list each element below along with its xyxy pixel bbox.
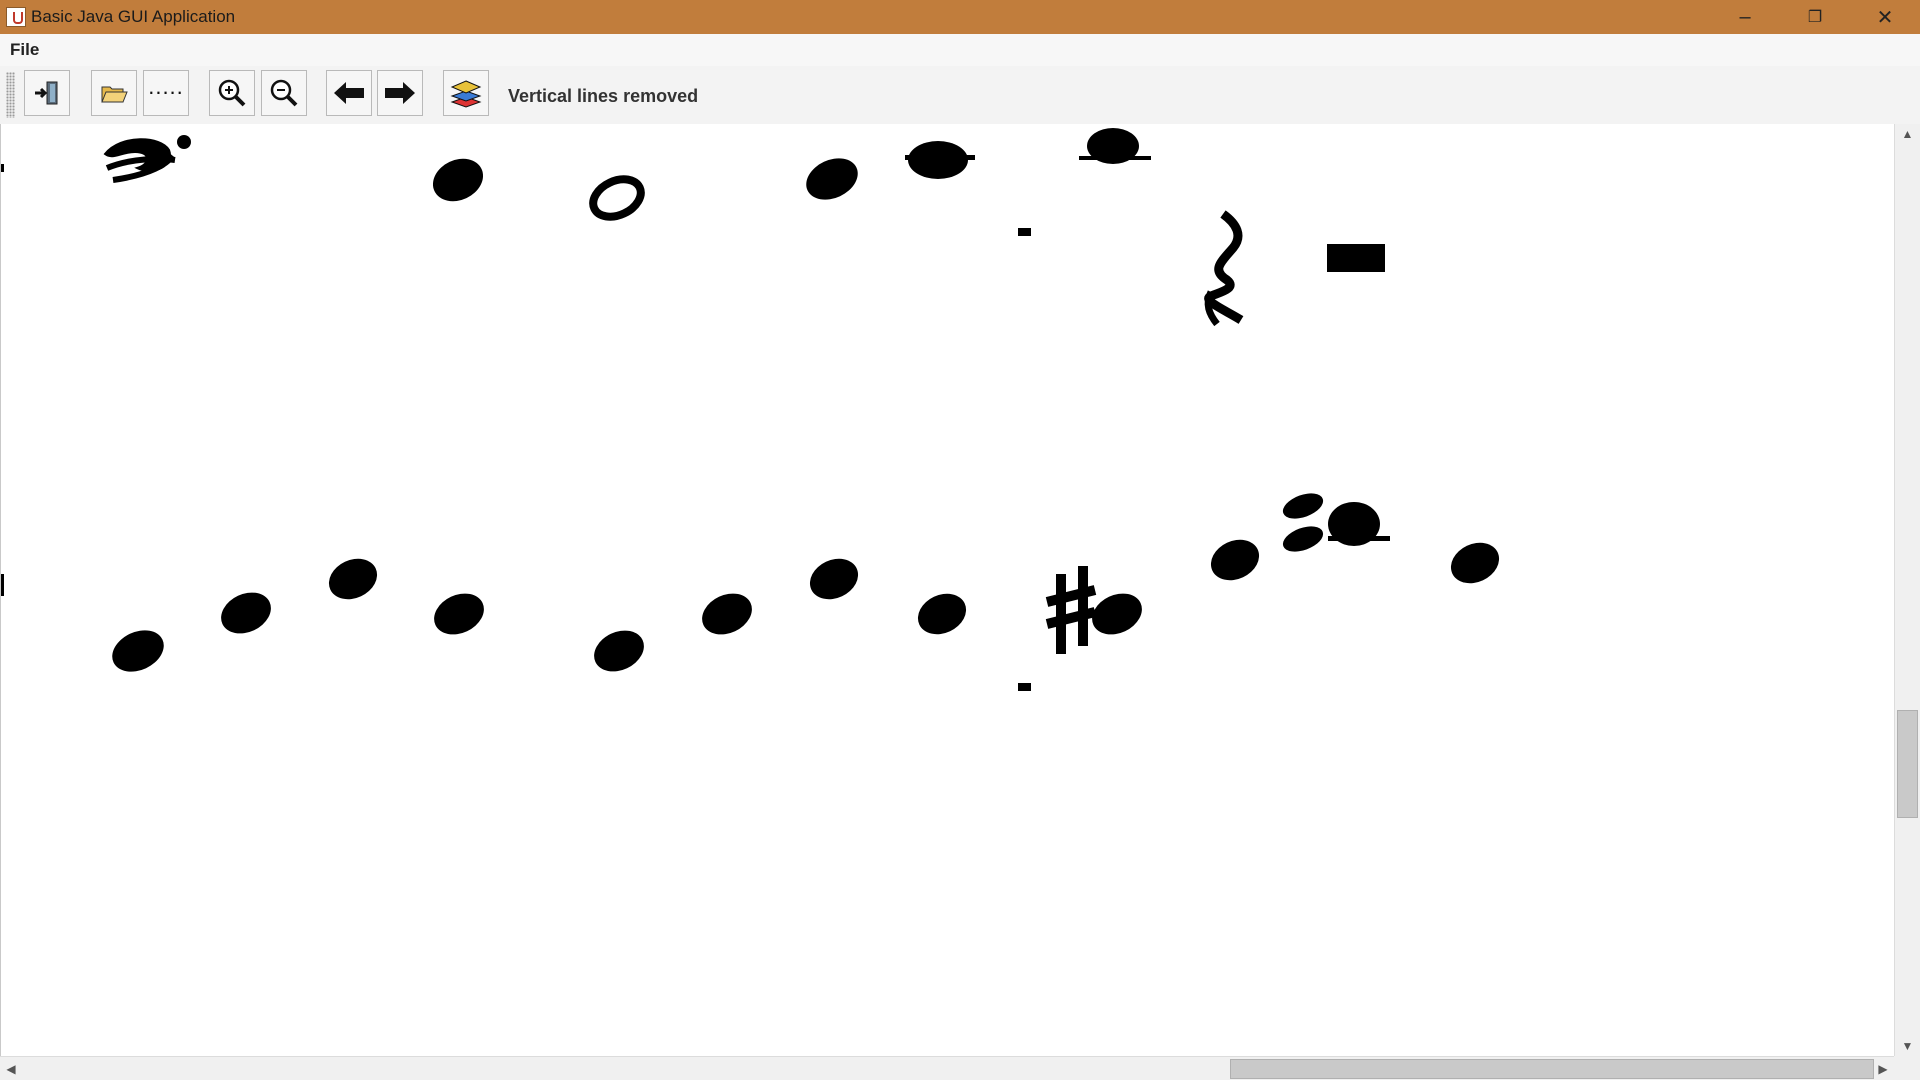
open-button[interactable]	[91, 70, 137, 116]
clef-and-symbol-shapes	[103, 135, 1244, 654]
processed-score-image	[1, 128, 1500, 691]
horizontal-scrollbar[interactable]: ◀ ▶	[0, 1056, 1894, 1080]
dots-button[interactable]: .....	[143, 70, 189, 116]
arrow-right-icon	[385, 82, 415, 104]
back-button[interactable]	[326, 70, 372, 116]
arrow-left-icon	[334, 82, 364, 104]
status-text: Vertical lines removed	[508, 86, 699, 106]
scroll-up-arrow-icon[interactable]: ▲	[1895, 124, 1920, 144]
close-button[interactable]: ✕	[1850, 0, 1920, 34]
zoom-out-icon	[270, 79, 298, 107]
toolbar: ..... Vertical lines removed	[0, 66, 1920, 125]
horizontal-scroll-thumb[interactable]	[1230, 1059, 1874, 1079]
vertical-scroll-thumb[interactable]	[1897, 710, 1918, 818]
toolbar-grip[interactable]	[6, 72, 15, 118]
minimize-button[interactable]: –	[1710, 0, 1780, 34]
scroll-down-arrow-icon[interactable]: ▼	[1895, 1036, 1920, 1056]
dots-label: .....	[148, 74, 184, 99]
menu-bar: File	[0, 34, 1920, 66]
zoom-out-button[interactable]	[261, 70, 307, 116]
java-app-icon	[6, 7, 26, 27]
scroll-left-arrow-icon[interactable]: ◀	[0, 1057, 22, 1080]
notehead-blobs	[1, 128, 1500, 691]
exit-button[interactable]	[24, 70, 70, 116]
vertical-scrollbar[interactable]: ▲ ▼	[1894, 124, 1920, 1056]
menu-file[interactable]: File	[10, 40, 39, 60]
window-title: Basic Java GUI Application	[31, 7, 236, 26]
open-folder-icon	[101, 86, 128, 103]
layers-button[interactable]	[443, 70, 489, 116]
scroll-right-arrow-icon[interactable]: ▶	[1872, 1057, 1894, 1080]
forward-button[interactable]	[377, 70, 423, 116]
zoom-in-button[interactable]	[209, 70, 255, 116]
layers-icon	[450, 80, 482, 108]
image-canvas[interactable]	[0, 124, 1895, 1056]
restore-button[interactable]: ❐	[1780, 0, 1850, 34]
exit-door-icon	[35, 81, 58, 105]
scroll-corner	[1894, 1056, 1920, 1080]
zoom-in-icon	[218, 79, 246, 107]
title-bar: Basic Java GUI Application – ❐ ✕	[0, 0, 1920, 34]
